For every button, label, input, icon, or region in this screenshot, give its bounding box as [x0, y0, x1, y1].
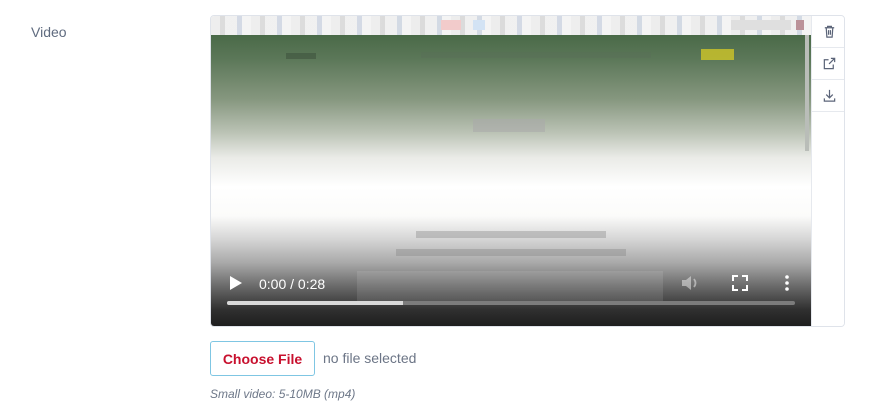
video-pixelated-header [211, 16, 811, 35]
video-time: 0:00 / 0:28 [259, 276, 325, 292]
more-options-icon[interactable] [782, 274, 792, 292]
upload-hint: Small video: 5-10MB (mp4) [210, 387, 356, 401]
play-icon[interactable] [229, 275, 243, 291]
video-controls: 0:00 / 0:28 [211, 265, 811, 326]
delete-button[interactable] [812, 16, 844, 48]
media-action-rail [811, 16, 844, 326]
progress-fill [227, 301, 404, 305]
external-link-icon [823, 57, 835, 70]
progress-bar[interactable] [227, 301, 795, 305]
fullscreen-icon[interactable] [731, 274, 749, 292]
choose-file-button[interactable]: Choose File [210, 341, 315, 376]
open-external-button[interactable] [812, 48, 844, 80]
download-icon [823, 89, 835, 102]
video-field-label: Video [31, 24, 67, 40]
media-card: 0:00 / 0:28 [210, 15, 845, 327]
video-player[interactable]: 0:00 / 0:28 [211, 16, 811, 326]
time-separator: / [286, 276, 298, 292]
download-button[interactable] [812, 80, 844, 112]
duration: 0:28 [297, 276, 326, 292]
file-status: no file selected [323, 350, 417, 366]
current-time: 0:00 [259, 276, 287, 292]
trash-icon [824, 25, 834, 38]
volume-icon[interactable] [681, 274, 701, 292]
